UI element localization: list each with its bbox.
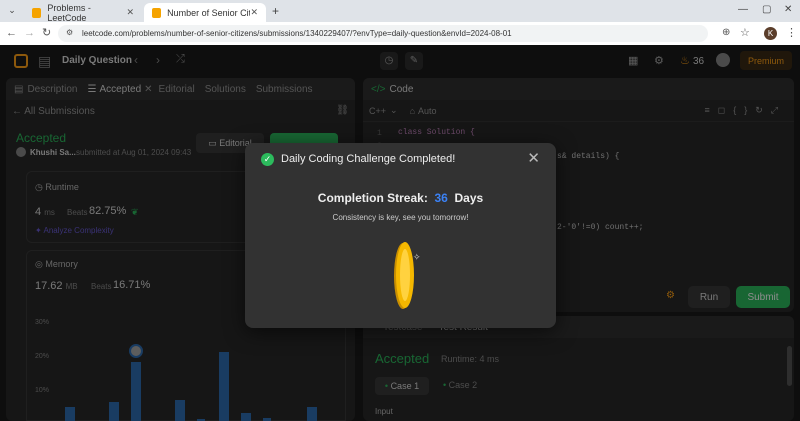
modal-title: Daily Coding Challenge Completed! — [281, 153, 456, 165]
new-tab-icon[interactable]: + — [272, 4, 279, 18]
coin-icon: ✧ — [394, 242, 421, 309]
maximize-icon[interactable]: ▢ — [762, 4, 771, 15]
svg-text:✧: ✧ — [413, 253, 421, 263]
tab-search-icon[interactable]: ⌄ — [6, 5, 18, 17]
back-icon[interactable]: ← — [6, 27, 17, 39]
close-icon[interactable]: ✕ — [250, 7, 258, 18]
reload-icon[interactable]: ↻ — [42, 26, 51, 39]
url-text: leetcode.com/problems/number-of-senior-c… — [82, 29, 512, 38]
zoom-icon[interactable]: ⊕ — [722, 27, 730, 38]
leetcode-favicon-icon — [32, 7, 42, 18]
streak-unit: Days — [454, 191, 484, 205]
browser-menu-icon[interactable]: ⋮ — [786, 26, 797, 39]
browser-toolbar: ← → ↻ ⚙ leetcode.com/problems/number-of-… — [0, 22, 800, 45]
tab-title: Number of Senior Citizens - Le — [167, 7, 250, 18]
bookmark-star-icon[interactable]: ☆ — [740, 26, 750, 39]
close-icon[interactable]: ✕ — [527, 149, 540, 167]
leetcode-favicon-icon — [152, 7, 162, 18]
streak-value: 36 — [434, 191, 448, 205]
profile-avatar[interactable]: K — [764, 27, 777, 40]
browser-tab-active[interactable]: Number of Senior Citizens - Le ✕ — [144, 3, 266, 22]
close-window-icon[interactable]: ✕ — [784, 4, 792, 15]
browser-tab-problems[interactable]: Problems - LeetCode ✕ — [24, 2, 142, 23]
modal-message: Consistency is key, see you tomorrow! — [332, 213, 469, 222]
address-bar[interactable]: ⚙ leetcode.com/problems/number-of-senior… — [58, 25, 708, 42]
minimize-icon[interactable]: — — [738, 4, 748, 15]
check-circle-icon: ✓ — [261, 153, 274, 166]
daily-challenge-modal: ✓ Daily Coding Challenge Completed! ✕ Co… — [245, 143, 556, 328]
close-icon[interactable]: ✕ — [126, 7, 134, 18]
site-info-icon[interactable]: ⚙ — [66, 28, 73, 37]
streak-line: Completion Streak: 36 Days — [245, 191, 556, 205]
streak-label: Completion Streak: — [317, 191, 428, 205]
tab-title: Problems - LeetCode — [47, 2, 91, 23]
browser-tab-strip: ⌄ Problems - LeetCode ✕ Number of Senior… — [0, 0, 800, 23]
forward-icon[interactable]: → — [24, 27, 35, 39]
